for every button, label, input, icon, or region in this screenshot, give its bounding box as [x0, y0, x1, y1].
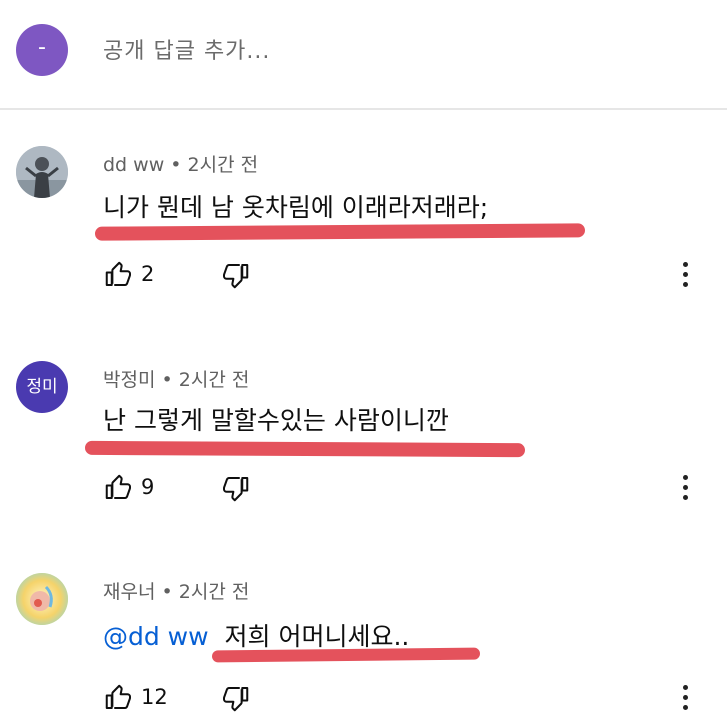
comment-text: 난 그렇게 말할수있는 사람이니깐	[103, 406, 449, 435]
comment-body: 저희 어머니세요..	[224, 622, 410, 651]
photo-avatar-icon	[16, 146, 68, 198]
meta-separator: •	[164, 154, 188, 176]
comment-time[interactable]: 2시간 전	[179, 581, 250, 603]
comment-author[interactable]: dd ww	[103, 154, 164, 176]
comment-meta: 박정미 • 2시간 전	[103, 365, 249, 392]
highlight-underline	[94, 223, 586, 241]
avatar[interactable]	[16, 573, 68, 625]
comment-author[interactable]: 박정미	[103, 369, 155, 391]
more-vert-icon[interactable]	[676, 473, 696, 503]
meta-separator: •	[155, 581, 179, 603]
comment-meta: dd ww • 2시간 전	[103, 150, 258, 177]
avatar[interactable]	[16, 146, 68, 198]
more-vert-icon[interactable]	[676, 260, 696, 290]
like-count: 12	[141, 685, 168, 709]
meta-separator: •	[155, 369, 179, 391]
highlight-underline	[211, 647, 481, 663]
like-count: 2	[141, 262, 155, 286]
comment-author[interactable]: 재우너	[103, 581, 155, 603]
like-count: 9	[141, 475, 155, 499]
thumbs-up-icon[interactable]	[103, 683, 133, 713]
comment-meta: 재우너 • 2시간 전	[103, 577, 249, 604]
photo-avatar-icon	[16, 573, 68, 625]
thumbs-down-icon[interactable]	[221, 473, 251, 503]
add-reply-row[interactable]: - 공개 답글 추가...	[0, 0, 727, 108]
highlight-underline	[84, 440, 526, 458]
thumbs-down-icon[interactable]	[221, 683, 251, 713]
comment-time[interactable]: 2시간 전	[188, 154, 259, 176]
avatar[interactable]: 정미	[16, 361, 68, 413]
thumbs-down-icon[interactable]	[221, 260, 251, 290]
current-user-avatar: -	[16, 24, 68, 76]
add-reply-placeholder[interactable]: 공개 답글 추가...	[103, 33, 270, 65]
comment-item: dd ww • 2시간 전 니가 뭔데 남 옷차림에 이래라저래라; 2	[0, 140, 727, 340]
comment-item: 정미 박정미 • 2시간 전 난 그렇게 말할수있는 사람이니깐 9	[0, 355, 727, 555]
thumbs-up-icon[interactable]	[103, 260, 133, 290]
comment-item: 재우너 • 2시간 전 @dd ww 저희 어머니세요.. 12	[0, 567, 727, 725]
thumbs-up-icon[interactable]	[103, 473, 133, 503]
comment-time[interactable]: 2시간 전	[179, 369, 250, 391]
comment-text: @dd ww 저희 어머니세요..	[103, 617, 409, 653]
comment-text: 니가 뭔데 남 옷차림에 이래라저래라;	[103, 193, 489, 222]
divider	[0, 108, 727, 110]
more-vert-icon[interactable]	[676, 683, 696, 713]
mention-link[interactable]: @dd ww	[103, 622, 209, 651]
